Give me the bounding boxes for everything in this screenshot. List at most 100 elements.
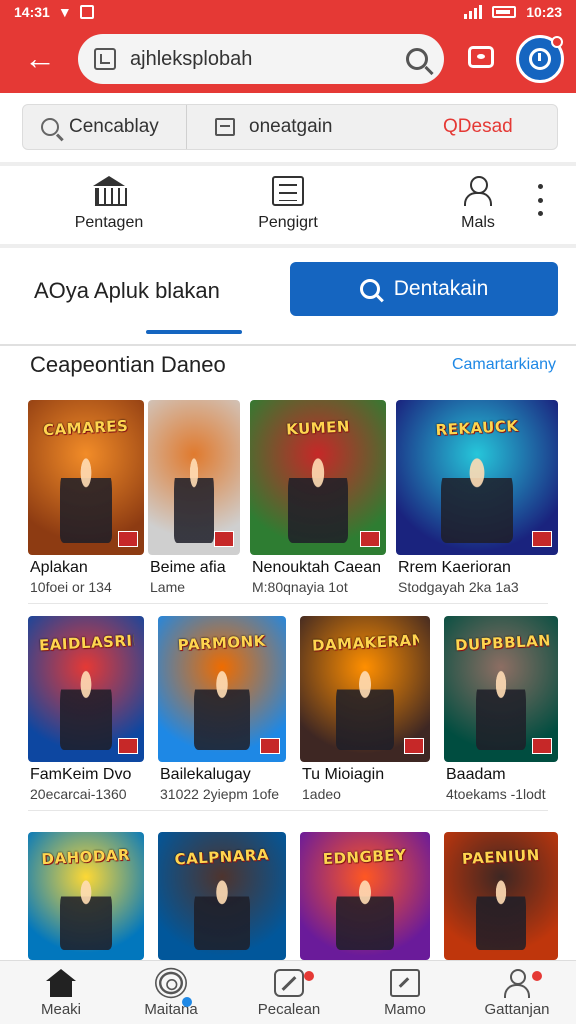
bottom-nav: Meaki Maitana Pecalean Mamo Gattanjan [0,960,576,1024]
category-item[interactable]: Mals [423,172,533,232]
person-icon [502,969,532,998]
game-cover[interactable]: PARMONK [158,616,286,762]
game-title[interactable]: Nenouktah Caean [252,559,398,577]
game-logo: PAENIUN [461,845,541,868]
game-card[interactable]: CAMARES Aplakan 10foei or 134 [28,400,144,605]
cover-character [60,452,112,543]
search-icon [359,279,380,299]
rating-badge [118,738,138,754]
nav-apps[interactable]: Mamo [350,969,460,1018]
cover-character [475,665,527,751]
app-bar: 14:31 ▼ 10:23 ← [0,0,576,93]
game-card[interactable]: REKAUCK Rrem Kaerioran Stodgayah 2ka 1a3 [396,400,558,605]
find-button-label: Dentakain [393,277,489,300]
game-card[interactable]: Beime afia Lame [148,400,240,605]
game-card[interactable]: EAIDLASRIE FamKeim Dvo 20ecarcai-1360 [28,616,144,812]
signal-icon [464,5,483,19]
game-cover[interactable]: DAMAKERAN [300,616,430,762]
back-arrow-icon[interactable]: ← [20,40,60,76]
search-icon[interactable] [406,48,428,70]
nav-label: Mamo [384,1001,426,1018]
game-logo: DAMAKERAN [311,630,421,655]
more-options-icon[interactable] [534,184,546,216]
location-icon: ▼ [57,4,72,20]
game-cover[interactable]: PAENIUN [444,832,558,960]
game-title[interactable]: Beime afia [150,559,252,577]
game-title[interactable]: FamKeim Dvo [30,766,156,784]
cover-character [336,665,394,751]
rating-badge [260,738,280,754]
rating-badge [214,531,234,547]
status-time: 14:31 [14,4,50,20]
home-icon [46,969,76,997]
game-title[interactable]: Baadam [446,766,570,784]
game-title[interactable]: Bailekalugay [160,766,298,784]
find-button[interactable]: Dentakain [290,262,558,316]
cover-character [193,665,251,751]
filter-search[interactable]: Cencablay [23,105,187,149]
filter-category[interactable]: oneatgain [187,105,417,149]
row-divider [28,810,548,811]
rating-badge [118,531,138,547]
profile-button[interactable] [516,35,564,83]
game-cover[interactable] [148,400,240,555]
game-cover[interactable]: KUMEN [250,400,386,555]
category-label: Pengigrt [258,214,318,231]
cover-character [336,875,394,950]
game-meta: Lame [150,579,186,595]
game-cover[interactable]: CALPNARA [158,832,286,960]
tab-indicator [146,330,242,334]
nav-label: Meaki [40,1001,81,1018]
game-cover[interactable]: EAIDLASRIE [28,616,144,762]
filter-action[interactable]: QDesad [417,105,557,149]
cover-character [173,452,215,543]
badge-dot [182,997,192,1007]
game-card[interactable]: PARMONK Bailekalugay 31022 2yiepm 1ofe [158,616,286,812]
chat-icon[interactable] [466,42,496,72]
category-item[interactable]: Pentagen [54,172,164,232]
edit-icon [274,969,304,997]
rating-badge [532,531,552,547]
game-cover[interactable]: DUPBBLAN [444,616,558,762]
game-title[interactable]: Rrem Kaerioran [398,559,570,577]
search-icon [41,118,59,136]
game-title[interactable]: Tu Mioiagin [302,766,442,784]
page-icon [94,48,116,70]
gear-icon [159,971,183,995]
see-all-link[interactable]: Camartarkiany [452,356,556,374]
game-logo: CAMARES [42,416,130,439]
game-meta: 31022 2yiepm 1ofe [160,786,280,802]
game-cover[interactable]: REKAUCK [396,400,558,555]
search-bar[interactable] [78,34,444,84]
filter-label: oneatgain [249,116,333,137]
nav-label: Pecalean [257,1001,321,1018]
search-section: AOya Apluk blakan Dentakain [0,248,576,344]
bank-icon [93,176,127,206]
nav-profile[interactable]: Gattanjan [462,969,572,1018]
cover-character [288,452,348,543]
search-input[interactable] [130,47,406,71]
user-search-icon [462,176,494,206]
nav-settings[interactable]: Maitana [116,969,226,1018]
category-row: Pentagen Pengigrt Mals [0,166,576,244]
cover-character [475,875,527,950]
game-cover[interactable]: CAMARES [28,400,144,555]
game-card[interactable]: KUMEN Nenouktah Caean M:80qnayia 1ot [250,400,386,605]
filter-bar: Cencablay oneatgain QDesad [22,104,558,150]
nav-edit[interactable]: Pecalean [234,969,344,1018]
cover-character [193,875,251,950]
game-card[interactable]: DAMAKERAN Tu Mioiagin 1adeo [300,616,430,812]
cover-character [441,452,513,543]
nav-home[interactable]: Meaki [6,969,116,1018]
calendar-icon [215,118,235,136]
game-logo: DUPBBLAN [454,630,550,654]
game-title[interactable]: Aplakan [30,559,156,577]
cover-character [60,875,112,950]
game-cover[interactable]: EDNGBEY [300,832,430,960]
status-bar: 14:31 ▼ 10:23 [0,0,576,26]
game-card[interactable]: DUPBBLAN Baadam 4toekams -1lodt [444,616,558,812]
rating-badge [360,531,380,547]
game-cover[interactable]: DAHODAR [28,832,144,960]
game-meta: M:80qnayia 1ot [252,579,348,595]
category-item[interactable]: Pengigrt [233,172,343,232]
